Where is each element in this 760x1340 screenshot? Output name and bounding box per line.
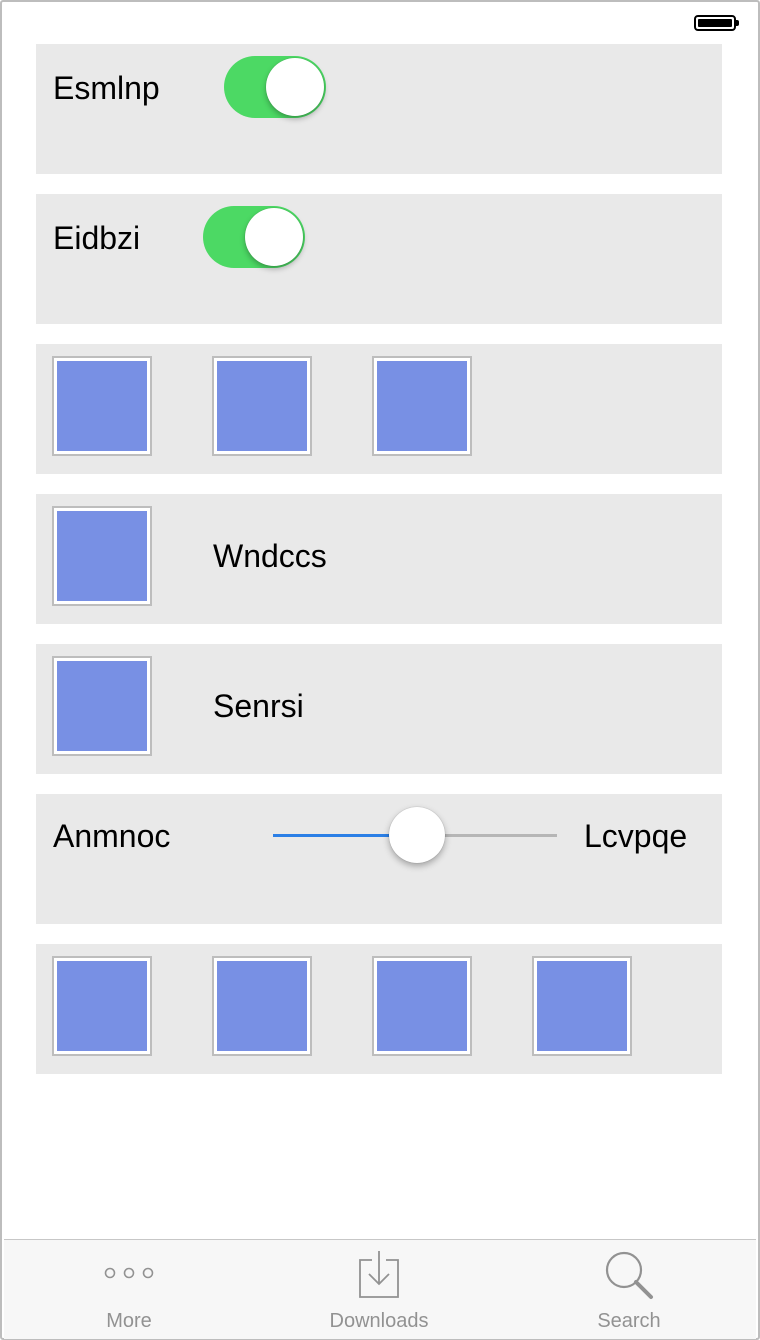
image-thumbnail[interactable] (52, 506, 152, 606)
image-row-2 (36, 944, 722, 1074)
image-thumbnail[interactable] (532, 956, 632, 1056)
image-label-row-1: Wndccs (36, 494, 722, 624)
image-label-row-2: Senrsi (36, 644, 722, 774)
tab-more[interactable]: More (4, 1240, 254, 1339)
image-caption-1: Wndccs (213, 538, 327, 574)
slider-row: Anmnoc Lcvpqe (36, 794, 722, 924)
tab-search-label: Search (597, 1310, 661, 1332)
slider-min-label: Anmnoc (53, 818, 171, 854)
image-thumbnail[interactable] (372, 956, 472, 1056)
toggle-switch-2[interactable] (203, 206, 305, 268)
toggle-knob-1 (266, 58, 324, 116)
toggle-label-1: Esmlnp (53, 70, 160, 106)
app-screen: Esmlnp Eidbzi Wndccs Senrsi Anmnoc Lcvpq (0, 0, 760, 1340)
toggle-row-2: Eidbzi (36, 194, 722, 324)
search-icon (605, 1251, 653, 1299)
downloads-icon (359, 1251, 399, 1298)
tab-downloads-label: Downloads (329, 1310, 429, 1332)
toggle-label-2: Eidbzi (53, 220, 141, 256)
image-thumbnail[interactable] (212, 356, 312, 456)
image-thumbnail[interactable] (52, 656, 152, 756)
tab-search[interactable]: Search (504, 1240, 754, 1339)
tab-more-label: More (106, 1310, 152, 1332)
toggle-switch-1[interactable] (224, 56, 326, 118)
slider-thumb[interactable] (389, 807, 445, 863)
slider[interactable] (273, 807, 557, 863)
image-thumbnail[interactable] (52, 356, 152, 456)
tab-bar: More Downloads Search (4, 1239, 756, 1339)
image-row-1 (36, 344, 722, 474)
image-caption-2: Senrsi (213, 688, 304, 724)
toggle-knob-2 (245, 208, 303, 266)
battery-icon (694, 15, 739, 31)
tab-downloads[interactable]: Downloads (254, 1240, 504, 1339)
more-icon (104, 1267, 154, 1279)
image-thumbnail[interactable] (52, 956, 152, 1056)
toggle-row-1: Esmlnp (36, 44, 722, 174)
image-thumbnail[interactable] (372, 356, 472, 456)
slider-max-label: Lcvpqe (584, 818, 688, 854)
image-thumbnail[interactable] (212, 956, 312, 1056)
